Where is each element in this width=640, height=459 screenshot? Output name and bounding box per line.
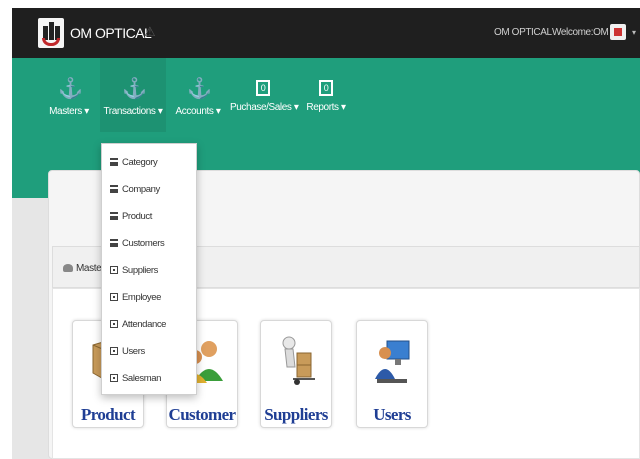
menu-item-category[interactable]: Category (110, 155, 158, 169)
anchor-icon: ⚓ (58, 78, 83, 100)
menu-item-customers[interactable]: Customers (110, 236, 165, 250)
box-icon (110, 266, 118, 274)
menu-item-users[interactable]: Users (110, 344, 145, 358)
menu-item-label: Company (122, 183, 160, 195)
tile-users[interactable]: Users (356, 320, 428, 428)
breadcrumb: Master (63, 263, 105, 274)
nav-masters-label: Masters ▾ (49, 106, 89, 117)
menu-item-attendance[interactable]: Attendance (110, 317, 166, 331)
menu-item-label: Salesman (122, 372, 162, 384)
nav-accounts[interactable]: ⚓ Accounts ▾ (172, 58, 224, 132)
anchor-icon: ⚓ (122, 78, 147, 100)
menu-item-company[interactable]: Company (110, 182, 160, 196)
tile-customer-label: Customer (168, 405, 237, 424)
top-header-bar: OM OPTICAL ⚠ OM OPTICAL Welcome:OM ▾ (12, 8, 640, 58)
box-icon (110, 293, 118, 301)
tile-suppliers[interactable]: Suppliers (260, 320, 332, 428)
user-icon (63, 264, 73, 273)
supplier-trolley-icon (282, 336, 315, 385)
nav-accounts-label: Accounts ▾ (175, 106, 221, 117)
box-icon (110, 320, 118, 328)
menu-item-label: Attendance (122, 318, 167, 330)
users-computer-icon (375, 340, 410, 383)
menu-item-label: Employee (122, 291, 162, 303)
menu-item-product[interactable]: Product (110, 209, 152, 223)
menu-item-employee[interactable]: Employee (110, 290, 161, 304)
brand-name[interactable]: OM OPTICAL (70, 25, 152, 41)
tile-suppliers-label: Suppliers (264, 405, 328, 424)
menu-item-label: Category (122, 156, 158, 168)
tile-product-label: Product (80, 405, 136, 424)
menu-item-suppliers[interactable]: Suppliers (110, 263, 158, 277)
menu-item-salesman[interactable]: Salesman (110, 371, 161, 385)
brand-logo[interactable] (38, 18, 64, 48)
nav-masters[interactable]: ⚓ Masters ▾ (44, 58, 94, 132)
list-icon (110, 212, 118, 220)
box-icon: 0 (256, 80, 270, 96)
nav-purchase-sales[interactable]: 0 Puchase/Sales ▾ (230, 58, 299, 132)
anchor-icon: ⚓ (187, 78, 212, 100)
chevron-down-icon[interactable]: ▾ (632, 28, 636, 37)
language-flag-icon[interactable] (610, 24, 626, 40)
welcome-user[interactable]: Welcome:OM (552, 27, 609, 38)
nav-purchase-sales-label: Puchase/Sales ▾ (230, 102, 299, 113)
menu-item-label: Customers (122, 237, 165, 249)
nav-transactions[interactable]: ⚓ Transactions ▾ (100, 58, 166, 132)
nav-transactions-label: Transactions ▾ (103, 106, 163, 117)
company-name: OM OPTICAL (494, 27, 552, 38)
menu-item-label: Product (122, 210, 152, 222)
list-icon (110, 239, 118, 247)
list-icon (110, 185, 118, 193)
nav-reports-label: Reports ▾ (306, 102, 346, 113)
list-icon (110, 158, 118, 166)
menu-item-label: Suppliers (122, 264, 159, 276)
box-icon (110, 347, 118, 355)
tile-users-label: Users (373, 405, 411, 424)
transactions-dropdown-menu: Category Company Product Customers Suppl… (101, 143, 197, 395)
breadcrumb-label: Master (76, 263, 105, 274)
menu-item-label: Users (122, 345, 145, 357)
warning-icon: ⚠ (144, 24, 156, 39)
box-icon (110, 374, 118, 382)
nav-reports[interactable]: 0 Reports ▾ (302, 58, 350, 132)
box-icon: 0 (319, 80, 333, 96)
